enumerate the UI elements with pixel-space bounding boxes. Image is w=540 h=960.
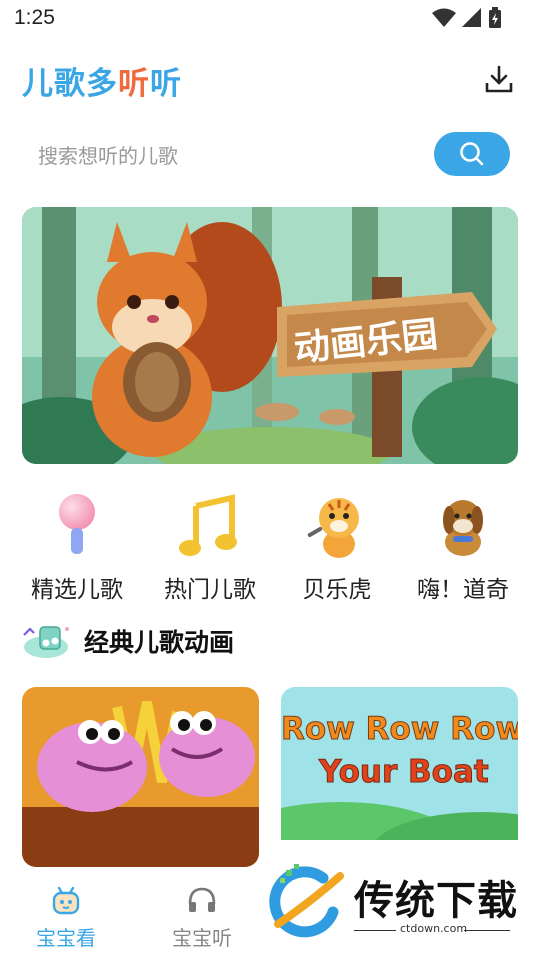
- watermark-divider: [354, 930, 396, 931]
- video-thumbnail-row-boat: Row Row Row Your Boat: [281, 687, 518, 840]
- watermark-domain: ctdown.com: [400, 922, 468, 935]
- search-icon: [460, 142, 484, 166]
- section-header: 经典儿歌动画: [22, 620, 234, 662]
- video-thumbnail-fish: [22, 687, 259, 867]
- status-time: 1:25: [14, 6, 55, 29]
- dog-icon: [443, 500, 483, 556]
- download-icon: [485, 65, 513, 93]
- music-note-icon: [179, 494, 237, 556]
- tiger-icon: [307, 498, 359, 558]
- category-label: 嗨！道奇: [417, 577, 509, 603]
- video-title-line-2: Your Boat: [318, 754, 489, 790]
- status-bar: 1:25: [0, 0, 540, 38]
- watermark-text: 传统下载: [354, 878, 518, 924]
- category-item-duggee[interactable]: 嗨！道奇: [398, 490, 528, 604]
- signal-icon: [462, 8, 481, 27]
- category-label: 贝乐虎: [302, 577, 372, 603]
- category-item-featured[interactable]: 精选儿歌: [12, 490, 142, 604]
- search-button[interactable]: [434, 132, 510, 176]
- section-title: 经典儿歌动画: [84, 628, 235, 657]
- wifi-icon: [432, 8, 456, 27]
- search-input[interactable]: [38, 136, 408, 176]
- banner-illustration: 动画乐园: [22, 207, 518, 464]
- watermark-logo-icon: [269, 864, 344, 938]
- video-title-line-1: Row Row Row: [281, 711, 518, 747]
- music-cloud-icon: [23, 626, 69, 658]
- category-label: 精选儿歌: [31, 577, 123, 603]
- app-title-part: 儿歌多: [22, 66, 118, 102]
- headphones-icon: [188, 887, 216, 912]
- nav-label: 宝宝看: [36, 926, 96, 950]
- microphone-icon: [59, 494, 95, 554]
- category-row: 精选儿歌 热门儿歌 贝乐虎 嗨！道奇: [0, 490, 540, 610]
- nav-tab-listen[interactable]: 宝宝听: [142, 884, 262, 951]
- download-button[interactable]: [484, 64, 514, 94]
- category-item-popular[interactable]: 热门儿歌: [145, 490, 275, 604]
- app-title: 儿歌多听听: [22, 58, 182, 103]
- app-title-part: 听: [150, 66, 182, 102]
- app-title-part: 听: [118, 66, 150, 102]
- battery-icon: [489, 7, 501, 28]
- banner-carousel[interactable]: 动画乐园: [22, 207, 518, 464]
- nav-label: 宝宝听: [172, 926, 232, 950]
- category-label: 热门儿歌: [164, 577, 256, 603]
- watermark-divider: [464, 930, 510, 931]
- video-card[interactable]: Row Row Row Your Boat: [281, 687, 518, 840]
- baby-robot-icon: [52, 886, 80, 915]
- watermark: 传统下载 ctdown.com: [268, 862, 528, 942]
- status-icons: [432, 7, 502, 29]
- video-card[interactable]: [22, 687, 259, 867]
- category-item-beilehu[interactable]: 贝乐虎: [272, 490, 402, 604]
- nav-tab-watch[interactable]: 宝宝看: [6, 884, 126, 951]
